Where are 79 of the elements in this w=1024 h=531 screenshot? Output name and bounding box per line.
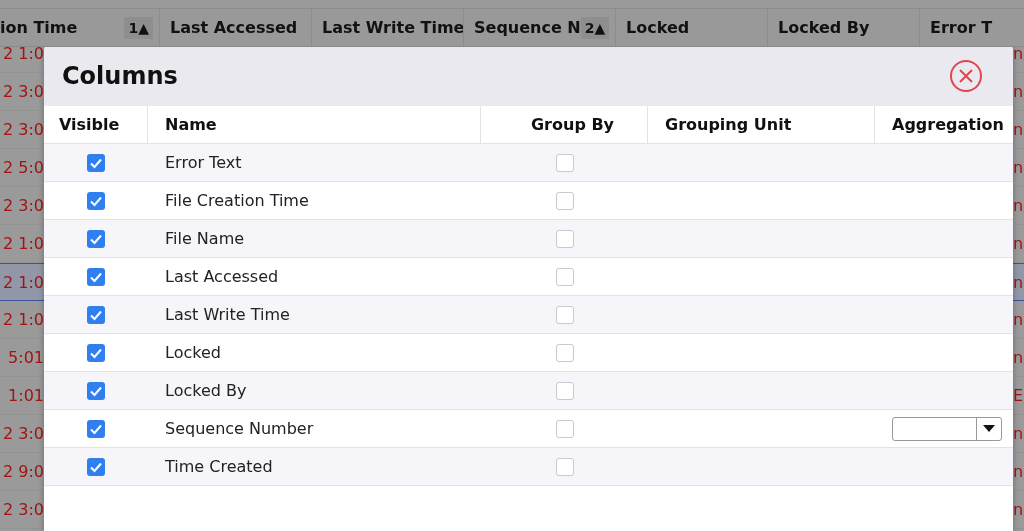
dialog-title: Columns bbox=[62, 62, 178, 90]
checkbox[interactable] bbox=[87, 343, 105, 362]
table-cell-text: 2 3:0 bbox=[2, 424, 44, 443]
table-cell: n bbox=[1013, 158, 1024, 177]
checkbox[interactable] bbox=[555, 229, 574, 248]
table-cell-text: 2 1:0 bbox=[2, 44, 44, 63]
column-header: Grouping Unit bbox=[665, 115, 792, 134]
table-cell: n bbox=[1013, 82, 1024, 101]
checkbox[interactable] bbox=[87, 457, 105, 476]
table-cell: n bbox=[1013, 120, 1024, 139]
column-name: Last Write Time bbox=[165, 305, 290, 324]
checkbox[interactable] bbox=[555, 191, 574, 210]
column-name: Locked By bbox=[165, 381, 247, 400]
checkbox[interactable] bbox=[555, 381, 574, 400]
column-header-label: Locked By bbox=[778, 18, 870, 37]
column-name: Last Accessed bbox=[165, 267, 279, 286]
table-cell: n bbox=[1013, 196, 1024, 215]
table-cell-text: 2 3:0 bbox=[2, 82, 44, 101]
checkbox[interactable] bbox=[555, 457, 574, 476]
column-header: Visible bbox=[59, 115, 120, 134]
table-cell-text: 2 1:0 bbox=[2, 234, 44, 253]
table-cell: n bbox=[1013, 272, 1024, 292]
table-cell: n bbox=[1013, 462, 1024, 481]
column-name: File Name bbox=[165, 229, 245, 248]
caret-icon bbox=[983, 425, 995, 432]
column-header-label: ion Time bbox=[0, 18, 78, 37]
table-cell: E bbox=[1013, 386, 1024, 405]
table-cell-text: 2 3:0 bbox=[2, 120, 44, 139]
column-name: Time Created bbox=[165, 457, 273, 476]
sort-indicator[interactable]: 1▲ bbox=[124, 16, 153, 39]
checkbox[interactable] bbox=[87, 153, 105, 172]
checkbox[interactable] bbox=[555, 343, 574, 362]
column-header[interactable]: Error T bbox=[920, 9, 1024, 46]
table-cell-text: 1:01 bbox=[7, 386, 44, 405]
checkbox[interactable] bbox=[555, 305, 574, 324]
table-cell-text: 5:01 bbox=[7, 348, 44, 367]
table-cell: n bbox=[1013, 44, 1024, 63]
table-cell: n bbox=[1013, 234, 1024, 253]
checkbox[interactable] bbox=[87, 305, 105, 324]
checkbox[interactable] bbox=[87, 229, 105, 248]
column-header[interactable]: Locked By bbox=[768, 9, 920, 46]
table-cell-text: 2 1:0 bbox=[2, 310, 44, 329]
table-cell: n bbox=[1013, 500, 1024, 519]
checkbox[interactable] bbox=[555, 419, 574, 438]
column-header[interactable]: Sequence N 2▲ bbox=[464, 9, 616, 46]
checkbox[interactable] bbox=[555, 153, 574, 172]
column-name: Locked bbox=[165, 343, 221, 362]
table-cell: n bbox=[1013, 310, 1024, 329]
column-header-label: Locked bbox=[626, 18, 690, 37]
sort-indicator[interactable]: 2▲ bbox=[580, 16, 610, 39]
column-header: Group By bbox=[530, 115, 615, 134]
close-icon bbox=[949, 59, 983, 93]
column-header[interactable]: ion Time 1▲ bbox=[0, 9, 160, 46]
column-header: Name bbox=[165, 115, 217, 134]
column-name: File Creation Time bbox=[165, 191, 309, 210]
column-header-label: Error T bbox=[930, 18, 993, 37]
table-cell-text: 2 5:0 bbox=[2, 158, 44, 177]
column-header-label: Last Accessed bbox=[170, 18, 298, 37]
column-header: Aggregation bbox=[892, 115, 1004, 134]
table-cell-text: 2 1:0 bbox=[2, 272, 44, 292]
column-header-label: Last Write Time bbox=[322, 18, 463, 37]
checkbox[interactable] bbox=[87, 419, 105, 438]
column-header-label: Sequence N bbox=[474, 18, 581, 37]
column-name: Sequence Number bbox=[165, 419, 314, 438]
aggregation-dropdown[interactable] bbox=[892, 416, 1002, 441]
close-button[interactable] bbox=[949, 59, 983, 93]
column-header[interactable]: Locked bbox=[616, 9, 768, 46]
checkbox[interactable] bbox=[87, 267, 105, 286]
column-header[interactable]: Last Accessed bbox=[160, 9, 312, 46]
table-cell: n bbox=[1013, 348, 1024, 367]
checkbox[interactable] bbox=[87, 381, 105, 400]
table-cell-text: 2 9:0 bbox=[2, 462, 44, 481]
checkbox[interactable] bbox=[555, 267, 574, 286]
column-header[interactable]: Last Write Time bbox=[312, 9, 464, 46]
table-cell-text: 2 3:0 bbox=[2, 196, 44, 215]
checkbox[interactable] bbox=[87, 191, 105, 210]
column-name: Error Text bbox=[165, 153, 242, 172]
table-cell: n bbox=[1013, 424, 1024, 443]
table-cell-text: 2 3:0 bbox=[2, 500, 44, 519]
